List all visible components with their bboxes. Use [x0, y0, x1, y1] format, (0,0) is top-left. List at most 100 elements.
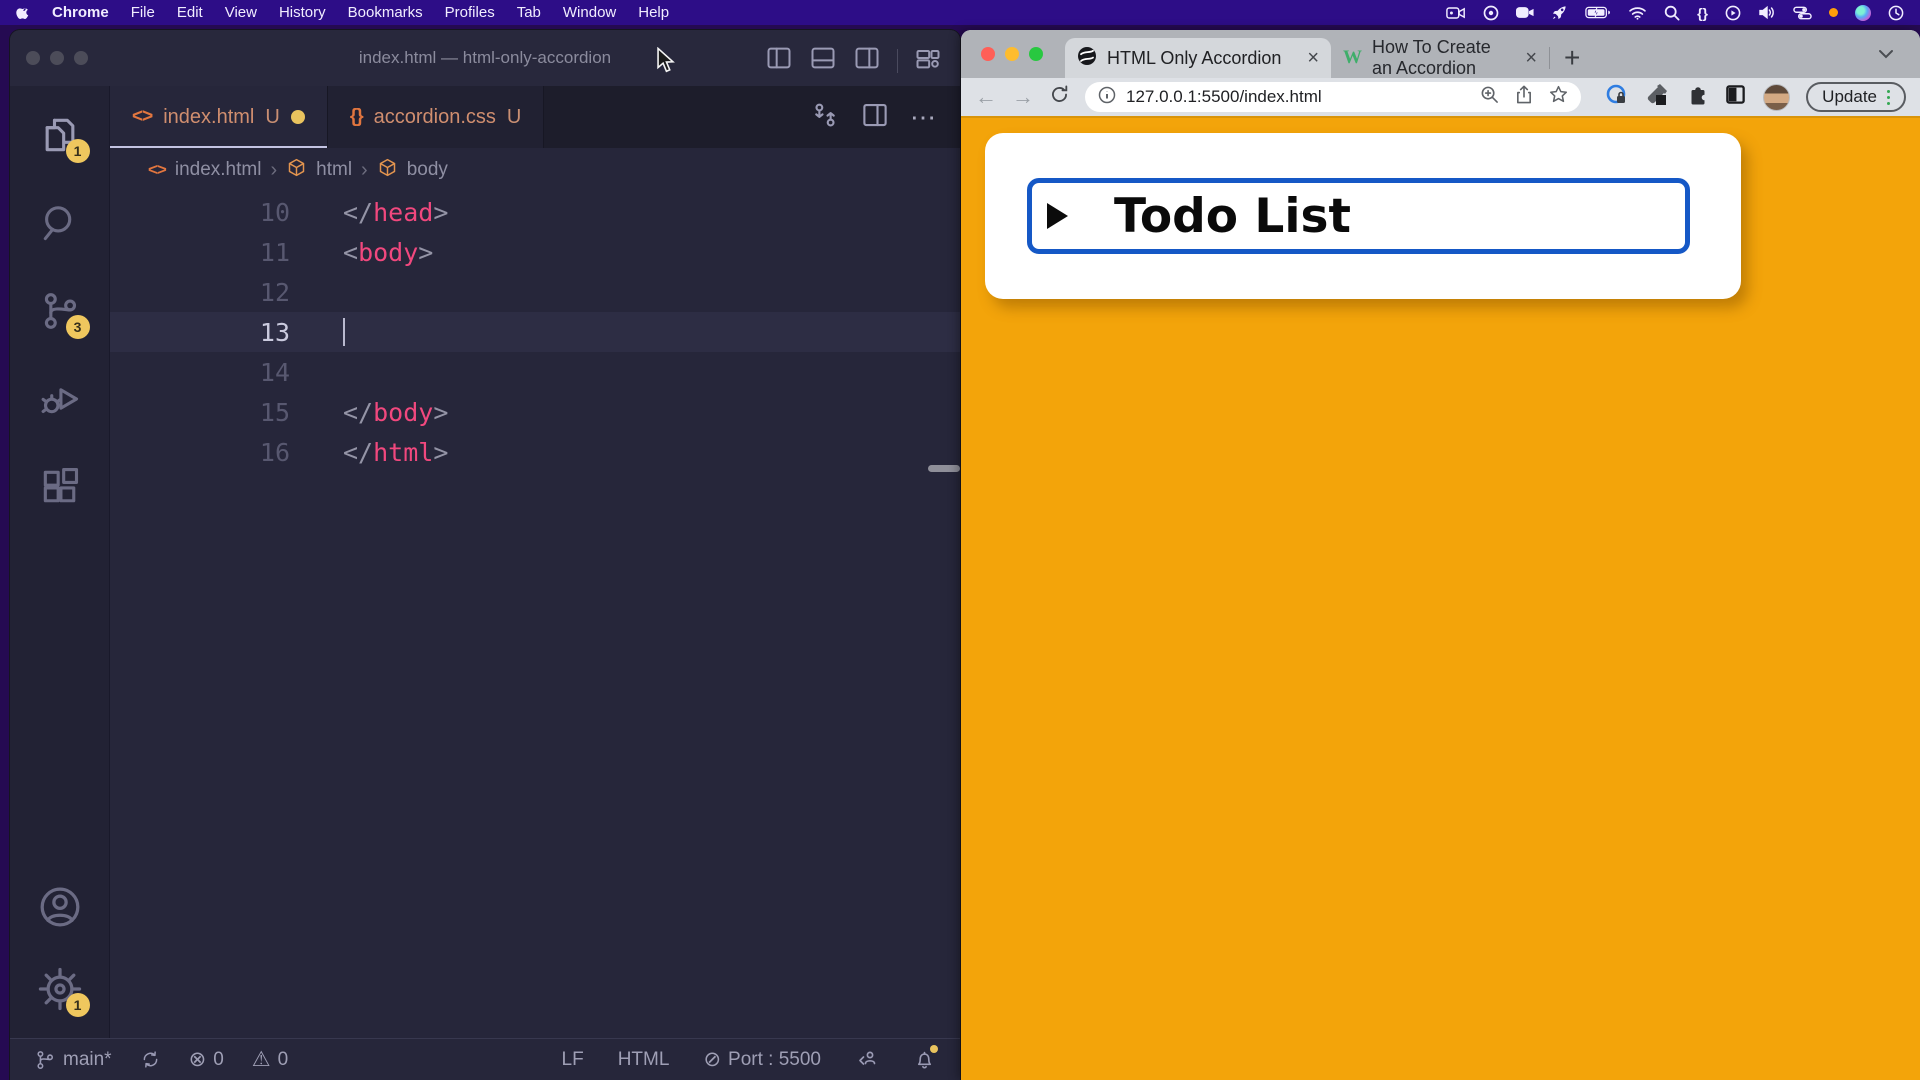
menu-chrome[interactable]: Chrome [41, 4, 120, 21]
minimize-window-button[interactable] [1005, 47, 1019, 61]
tab-accordion-css[interactable]: {} accordion.css U [328, 86, 545, 148]
toggle-sidebar-icon[interactable] [765, 44, 793, 77]
menu-history[interactable]: History [268, 4, 337, 21]
tab-index-html[interactable]: <> index.html U [110, 86, 328, 148]
text-caret [343, 318, 345, 346]
battery-icon[interactable] [1585, 6, 1611, 19]
language-mode[interactable]: HTML [618, 1049, 670, 1071]
menu-tab[interactable]: Tab [506, 4, 552, 21]
explorer-icon[interactable]: 1 [37, 112, 83, 158]
search-sidebar-icon[interactable] [37, 200, 83, 246]
menu-window[interactable]: Window [552, 4, 627, 21]
toggle-panel-icon[interactable] [809, 44, 837, 77]
errors-item[interactable]: ⊗ 0 [189, 1047, 224, 1072]
code-line-14[interactable]: 14 [110, 352, 960, 392]
braces-icon[interactable]: {} [1697, 5, 1708, 21]
extensions-puzzle-icon[interactable] [1684, 83, 1708, 112]
notifications-bell-icon[interactable] [913, 1048, 936, 1071]
menu-view[interactable]: View [214, 4, 268, 21]
browser-tab-html-only-accordion[interactable]: HTML Only Accordion × [1065, 38, 1331, 78]
breadcrumb-file[interactable]: index.html [175, 159, 262, 181]
menu-help[interactable]: Help [627, 4, 680, 21]
new-tab-button[interactable]: + [1564, 44, 1580, 72]
site-info-icon[interactable] [1098, 86, 1116, 109]
dark-reader-icon[interactable] [1724, 83, 1747, 111]
split-editor-icon[interactable] [853, 44, 881, 77]
close-tab-icon[interactable]: × [1525, 48, 1537, 68]
update-chrome-button[interactable]: Update [1806, 82, 1906, 112]
zoom-window-button[interactable] [74, 51, 88, 65]
css-file-icon: {} [350, 106, 363, 128]
siri-icon[interactable] [1855, 5, 1871, 21]
camcorder-icon[interactable] [1446, 6, 1466, 20]
unsaved-dot-icon[interactable] [291, 110, 305, 124]
menu-edit[interactable]: Edit [166, 4, 214, 21]
code-line-12[interactable]: 12 [110, 272, 960, 312]
apple-menu-icon[interactable] [16, 4, 31, 21]
video-camera-icon[interactable] [1516, 6, 1534, 19]
close-tab-icon[interactable]: × [1307, 48, 1319, 68]
customize-layout-icon[interactable] [914, 44, 942, 77]
git-branch-item[interactable]: main* [34, 1049, 112, 1071]
accordion-title: Todo List [1114, 189, 1351, 244]
split-editor-right-icon[interactable] [860, 100, 890, 135]
search-icon[interactable] [1664, 5, 1680, 21]
volume-icon[interactable] [1758, 5, 1776, 20]
live-server-port-item[interactable]: ⊘ Port : 5500 [703, 1047, 821, 1072]
menu-profiles[interactable]: Profiles [434, 4, 506, 21]
open-changes-icon[interactable] [810, 100, 840, 135]
account-icon[interactable] [37, 884, 83, 930]
reload-button[interactable] [1049, 84, 1070, 110]
browser-tab-how-to-create-accordion[interactable]: W How To Create an Accordion × [1331, 38, 1549, 78]
line-number: 13 [110, 318, 290, 347]
menu-bookmarks[interactable]: Bookmarks [337, 4, 434, 21]
macos-menubar: Chrome File Edit View History Bookmarks … [0, 0, 1920, 25]
recording-indicator-dot [1829, 8, 1838, 17]
chrome-traffic-lights [981, 47, 1043, 61]
run-debug-icon[interactable] [37, 376, 83, 422]
chrome-toolbar: ← → 127.0.0.1:5500/index.html [961, 78, 1920, 116]
code-line-13-current[interactable]: 13 [110, 312, 960, 352]
settings-gear-icon[interactable]: 1 [37, 966, 83, 1012]
code-line-15[interactable]: 15 </body> [110, 392, 960, 432]
site-favicon [1077, 46, 1097, 71]
zoom-icon[interactable] [1480, 85, 1499, 109]
breadcrumb-body[interactable]: body [407, 159, 448, 181]
sash-resize-handle[interactable] [928, 465, 960, 472]
minimize-window-button[interactable] [50, 51, 64, 65]
editor-empty-area[interactable] [110, 472, 960, 1038]
rocket-icon[interactable] [1551, 4, 1568, 21]
wifi-icon[interactable] [1628, 6, 1647, 20]
control-center-icon[interactable] [1793, 6, 1812, 20]
bookmark-star-icon[interactable] [1549, 85, 1568, 109]
profile-avatar[interactable] [1763, 84, 1790, 111]
accordion-summary[interactable]: Todo List [1027, 178, 1690, 254]
breadcrumb-html[interactable]: html [316, 159, 352, 181]
tab-title: HTML Only Accordion [1107, 48, 1281, 69]
play-circle-icon[interactable] [1725, 5, 1741, 21]
colorpicker-extension-icon[interactable] [1644, 83, 1668, 112]
eol-indicator[interactable]: LF [562, 1049, 584, 1071]
sync-changes-item[interactable] [140, 1049, 161, 1070]
back-button[interactable]: ← [975, 86, 997, 108]
address-bar[interactable]: 127.0.0.1:5500/index.html [1085, 82, 1581, 112]
more-actions-icon[interactable]: ⋯ [910, 102, 938, 133]
warnings-item[interactable]: ⚠ 0 [252, 1047, 288, 1072]
extensions-icon[interactable] [37, 464, 83, 510]
source-control-icon[interactable]: 3 [37, 288, 83, 334]
close-window-button[interactable] [26, 51, 40, 65]
record-icon[interactable] [1483, 5, 1499, 21]
share-icon[interactable] [1515, 85, 1533, 109]
code-line-16[interactable]: 16 </html> [110, 432, 960, 472]
code-line-11[interactable]: 11 <body> [110, 232, 960, 272]
close-window-button[interactable] [981, 47, 995, 61]
code-line-10[interactable]: 10 </head> [110, 192, 960, 232]
forward-button[interactable]: → [1012, 86, 1034, 108]
privacy-extension-icon[interactable] [1604, 83, 1628, 112]
zoom-window-button[interactable] [1029, 47, 1043, 61]
clock-icon[interactable] [1888, 5, 1904, 21]
window-menu-chevron-icon[interactable] [1878, 46, 1894, 64]
code-editor[interactable]: 10 </head> 11 <body> 12 13 [110, 192, 960, 472]
menu-file[interactable]: File [120, 4, 166, 21]
live-share-icon[interactable] [855, 1048, 879, 1072]
